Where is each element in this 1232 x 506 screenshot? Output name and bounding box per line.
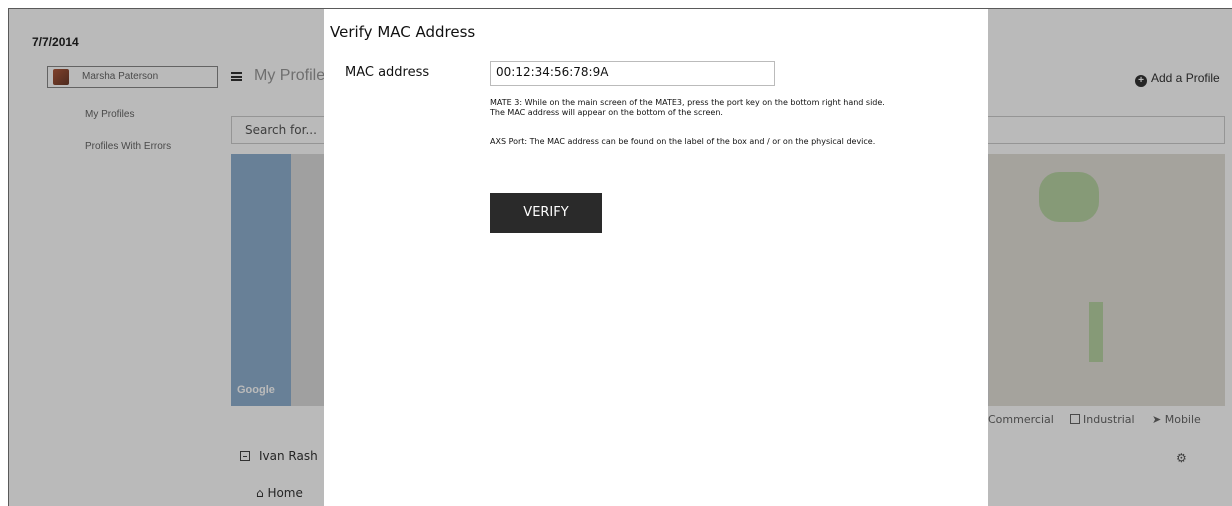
mac-address-field[interactable]: 00:12:34:56:78:9A — [490, 61, 775, 86]
mac-address-label: MAC address — [345, 65, 430, 80]
help-mate3-line1: MATE 3: While on the main screen of the … — [490, 98, 885, 107]
verify-button[interactable]: VERIFY — [490, 193, 602, 233]
verify-mac-dialog: Verify MAC Address MAC address 00:12:34:… — [324, 9, 988, 506]
help-mate3-line2: The MAC address will appear on the botto… — [490, 108, 723, 117]
app-window: 7/7/2014 Marsha Paterson My Profiles Pro… — [8, 8, 1232, 506]
dialog-title: Verify MAC Address — [330, 23, 476, 41]
help-axs: AXS Port: The MAC address can be found o… — [490, 137, 876, 146]
